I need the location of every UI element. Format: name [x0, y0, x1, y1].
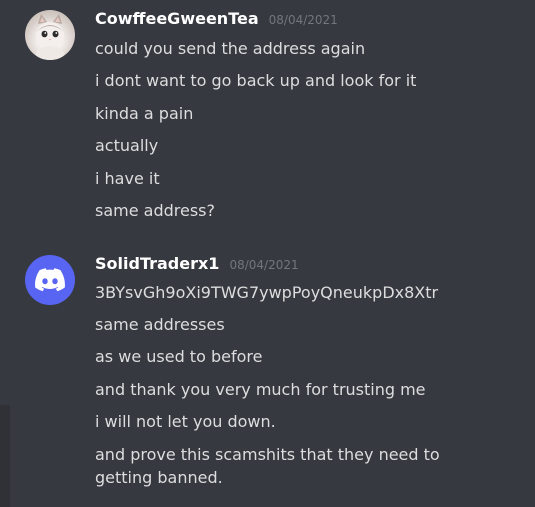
- message-line: could you send the address again: [95, 39, 366, 58]
- message-line: and prove this scamshits that they need …: [95, 445, 440, 487]
- kitten-avatar-icon: [36, 14, 64, 60]
- discord-logo-icon: [35, 268, 65, 292]
- username[interactable]: CowffeeGweenTea: [95, 9, 259, 28]
- timestamp[interactable]: 08/04/2021: [269, 13, 338, 27]
- message-line: same addresses: [95, 315, 225, 334]
- message-line: actually: [95, 136, 159, 155]
- message-header: CowffeeGweenTea 08/04/2021: [95, 9, 338, 33]
- message-line: as we used to before: [95, 347, 263, 366]
- message-line: i will not let you down.: [95, 412, 276, 431]
- message-line: 3BYsvGh9oXi9TWG7ywpPoyQneukpDx8Xtr: [95, 283, 439, 302]
- message-line: i have it: [95, 169, 160, 188]
- message-line: same address?: [95, 201, 216, 220]
- username[interactable]: SolidTraderx1: [95, 254, 219, 273]
- timestamp[interactable]: 08/04/2021: [229, 258, 298, 272]
- left-edge-panel: [0, 405, 10, 507]
- message-line: kinda a pain: [95, 104, 194, 123]
- avatar[interactable]: [25, 10, 75, 60]
- message-line: and thank you very much for trusting me: [95, 380, 426, 399]
- avatar[interactable]: [25, 255, 75, 305]
- message-header: SolidTraderx1 08/04/2021: [95, 254, 299, 278]
- message-line: i dont want to go back up and look for i…: [95, 71, 417, 90]
